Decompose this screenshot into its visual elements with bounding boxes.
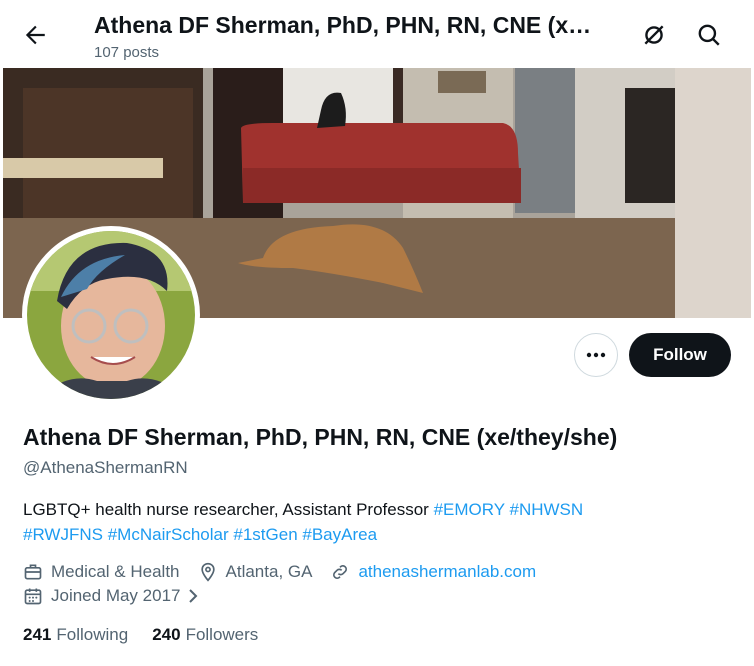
follow-button[interactable]: Follow <box>629 333 731 377</box>
back-arrow-icon[interactable] <box>22 22 48 48</box>
location-label: Atlanta, GA <box>225 562 313 581</box>
joined-date[interactable]: Joined May 2017 <box>51 586 180 606</box>
display-name: Athena DF Sherman, PhD, PHN, RN, CNE (xe… <box>23 424 618 450</box>
hashtag-link[interactable]: #BayArea <box>302 525 377 544</box>
follow-stats: 241 Following 240 Followers <box>23 625 282 645</box>
avatar-photo <box>27 231 195 399</box>
profile-meta: Medical & Health Atlanta, GA athenasherm… <box>23 562 554 582</box>
page-title: Athena DF Sherman, PhD, PHN, RN, CNE (x… <box>94 12 592 38</box>
calendar-icon <box>24 588 42 605</box>
joined-row: Joined May 2017 <box>23 586 200 606</box>
hashtag-link[interactable]: #McNairScholar <box>108 525 229 544</box>
profile-avatar[interactable] <box>22 226 200 404</box>
followers-count: 240 <box>152 625 181 644</box>
followers-stat[interactable]: 240 Followers <box>152 625 258 645</box>
bio-text: LGBTQ+ health nurse researcher, Assistan… <box>23 500 434 519</box>
website-item[interactable]: athenashermanlab.com <box>330 562 536 582</box>
top-bar: Athena DF Sherman, PhD, PHN, RN, CNE (x…… <box>0 0 754 68</box>
location-pin-icon <box>200 562 215 582</box>
website-link[interactable]: athenashermanlab.com <box>358 562 536 582</box>
briefcase-icon <box>24 564 42 580</box>
following-label: Following <box>56 625 129 644</box>
chevron-right-icon[interactable] <box>186 588 200 604</box>
hashtag-link[interactable]: #EMORY <box>434 500 505 519</box>
location-item: Atlanta, GA <box>198 562 313 582</box>
search-icon[interactable] <box>696 22 722 48</box>
link-icon <box>333 565 348 579</box>
more-dots-icon <box>586 352 606 358</box>
user-handle: @AthenaShermanRN <box>23 458 188 477</box>
hashtag-link[interactable]: #RWJFNS <box>23 525 103 544</box>
post-count: 107 posts <box>94 44 160 61</box>
hashtag-link[interactable]: #NHWSN <box>509 500 583 519</box>
hashtag-link[interactable]: #1stGen <box>233 525 297 544</box>
followers-label: Followers <box>185 625 259 644</box>
category-item: Medical & Health <box>23 562 180 582</box>
grok-icon[interactable] <box>641 22 667 48</box>
profile-bio: LGBTQ+ health nurse researcher, Assistan… <box>23 497 723 547</box>
following-stat[interactable]: 241 Following <box>23 625 128 645</box>
following-count: 241 <box>23 625 52 644</box>
more-options-button[interactable] <box>574 333 618 377</box>
category-label: Medical & Health <box>51 562 180 581</box>
